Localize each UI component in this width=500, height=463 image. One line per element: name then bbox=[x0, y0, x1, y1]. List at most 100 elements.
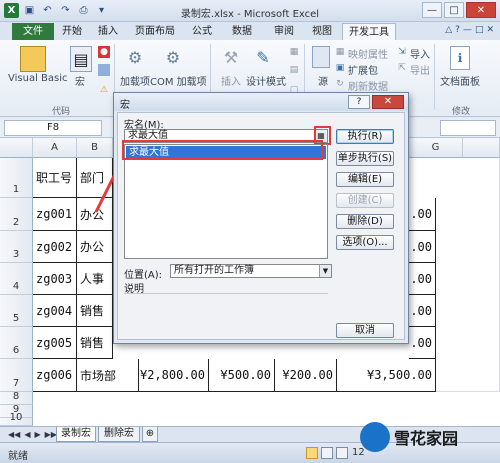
view-code-icon[interactable]: ▤ bbox=[288, 64, 300, 76]
cell-c7[interactable]: ¥2,800.00 bbox=[139, 359, 209, 392]
row-header[interactable]: 5 bbox=[0, 295, 33, 327]
cell-a2[interactable]: zg001 bbox=[33, 198, 77, 231]
refresh-data-icon[interactable]: ↻ bbox=[334, 78, 346, 90]
new-sheet-icon[interactable]: ⊕ bbox=[142, 427, 158, 442]
record-macro-icon[interactable]: ● bbox=[98, 46, 110, 58]
ribbon-restore-icon[interactable]: □ bbox=[475, 25, 484, 35]
expansion-packs-icon[interactable]: ▣ bbox=[334, 62, 346, 74]
addins-button[interactable]: 加载项 bbox=[120, 73, 150, 88]
cell-g-empty[interactable] bbox=[436, 158, 500, 392]
xml-source-icon[interactable] bbox=[312, 46, 330, 68]
cell-d7[interactable]: ¥500.00 bbox=[209, 359, 275, 392]
macro-list[interactable]: 求最大值 bbox=[124, 144, 328, 259]
document-panel-button[interactable]: 文档面板 bbox=[440, 73, 480, 88]
xml-source-button[interactable]: 源 bbox=[318, 73, 328, 88]
name-box[interactable]: F8 bbox=[4, 120, 102, 136]
normal-view-icon[interactable] bbox=[306, 447, 318, 459]
com-addins-gear-icon[interactable]: ⚙ bbox=[162, 46, 184, 68]
macro-security-icon[interactable]: ⚠ bbox=[98, 84, 110, 96]
tab-formulas[interactable]: 公式 bbox=[186, 23, 218, 40]
page-break-view-icon[interactable] bbox=[336, 447, 348, 459]
properties-icon[interactable]: ▦ bbox=[288, 46, 300, 58]
row-header[interactable]: 6 bbox=[0, 327, 33, 359]
tab-file[interactable]: 文件 bbox=[12, 23, 54, 40]
cell-b3[interactable]: 办公 bbox=[77, 231, 113, 263]
expansion-packs-button[interactable]: 扩展包 bbox=[348, 62, 378, 77]
select-all-corner[interactable] bbox=[0, 138, 33, 158]
cell-e7[interactable]: ¥200.00 bbox=[275, 359, 337, 392]
maximize-button[interactable]: □ bbox=[444, 2, 464, 18]
map-properties-button[interactable]: 映射属性 bbox=[348, 46, 388, 61]
visual-basic-button[interactable]: Visual Basic bbox=[8, 73, 68, 84]
next-sheet-icon[interactable]: ▶ bbox=[34, 430, 40, 439]
tab-home[interactable]: 开始 bbox=[56, 23, 88, 40]
macros-icon[interactable]: ▤ bbox=[70, 46, 92, 72]
tab-page-layout[interactable]: 页面布局 bbox=[130, 23, 180, 40]
location-select[interactable]: 所有打开的工作簿 ▼ bbox=[170, 264, 332, 278]
column-header-h[interactable] bbox=[463, 138, 500, 158]
create-button[interactable]: 创建(C) bbox=[336, 193, 394, 208]
row-header[interactable]: 3 bbox=[0, 231, 33, 263]
cell-f6[interactable]: .00 bbox=[409, 327, 436, 359]
dialog-close-button[interactable]: ✕ bbox=[372, 95, 404, 109]
ribbon-close-icon[interactable]: ✕ bbox=[486, 25, 494, 35]
close-button[interactable]: ✕ bbox=[466, 2, 496, 18]
cell-f7[interactable]: ¥3,500.00 bbox=[337, 359, 436, 392]
cell-a1[interactable]: 职工号 bbox=[33, 158, 77, 198]
cell-f3[interactable]: .00 bbox=[409, 231, 436, 263]
row-header[interactable]: 1 bbox=[0, 158, 33, 198]
export-button[interactable]: 导出 bbox=[410, 62, 430, 77]
minimize-button[interactable]: — bbox=[422, 2, 442, 18]
column-header-g[interactable]: G bbox=[409, 138, 463, 158]
row-header[interactable]: 7 bbox=[0, 359, 33, 392]
run-button[interactable]: 执行(R) bbox=[336, 129, 394, 144]
cell-a3[interactable]: zg002 bbox=[33, 231, 77, 263]
document-panel-icon[interactable]: ℹ bbox=[450, 46, 470, 70]
tab-review[interactable]: 审阅 bbox=[268, 23, 300, 40]
cell-a4[interactable]: zg003 bbox=[33, 263, 77, 295]
cell-a6[interactable]: zg005 bbox=[33, 327, 77, 359]
cell-b5[interactable]: 销售 bbox=[77, 295, 113, 327]
edit-button[interactable]: 编辑(E) bbox=[336, 172, 394, 187]
tab-developer[interactable]: 开发工具 bbox=[342, 23, 396, 40]
delete-button[interactable]: 删除(D) bbox=[336, 214, 394, 229]
insert-control-button[interactable]: 插入 bbox=[221, 73, 241, 88]
help-icon[interactable]: ? bbox=[455, 25, 460, 35]
options-button[interactable]: 选项(O)... bbox=[336, 235, 394, 250]
com-addins-button[interactable]: COM 加载项 bbox=[150, 73, 207, 88]
addins-gear-icon[interactable]: ⚙ bbox=[124, 46, 146, 68]
cell-f4[interactable]: .00 bbox=[409, 263, 436, 295]
row-header[interactable]: 10 bbox=[0, 412, 33, 426]
visual-basic-icon[interactable] bbox=[20, 46, 46, 72]
column-header-a[interactable]: A bbox=[33, 138, 77, 158]
first-sheet-icon[interactable]: ◀◀ bbox=[8, 430, 20, 439]
tab-insert[interactable]: 插入 bbox=[92, 23, 124, 40]
tab-view[interactable]: 视图 bbox=[306, 23, 338, 40]
map-properties-icon[interactable]: ▦ bbox=[334, 46, 346, 58]
design-mode-icon[interactable]: ✎ bbox=[252, 46, 274, 68]
cell-a7[interactable]: zg006 bbox=[33, 359, 77, 392]
cell-a5[interactable]: zg004 bbox=[33, 295, 77, 327]
dialog-help-button[interactable]: ? bbox=[348, 95, 370, 109]
row-header[interactable]: 2 bbox=[0, 198, 33, 231]
refresh-data-button[interactable]: 刷新数据 bbox=[348, 78, 388, 93]
minimize-ribbon-icon[interactable]: △ bbox=[445, 25, 452, 35]
formula-input[interactable] bbox=[440, 120, 496, 136]
import-button[interactable]: 导入 bbox=[410, 46, 430, 61]
sheet-tab-delete-macro[interactable]: 删除宏 bbox=[98, 427, 140, 442]
cell-f5[interactable]: .00 bbox=[409, 295, 436, 327]
cell-b6[interactable]: 销售 bbox=[77, 327, 113, 359]
tab-data[interactable]: 数据 bbox=[226, 23, 258, 40]
insert-control-icon[interactable]: ⚒ bbox=[220, 46, 242, 68]
ribbon-minimize-icon[interactable]: — bbox=[463, 25, 472, 35]
relative-reference-icon[interactable] bbox=[98, 64, 110, 76]
row-header[interactable]: 4 bbox=[0, 263, 33, 295]
design-mode-button[interactable]: 设计模式 bbox=[246, 73, 286, 88]
page-layout-view-icon[interactable] bbox=[321, 447, 333, 459]
cell-b7[interactable]: 市场部 bbox=[77, 359, 139, 392]
sheet-tab-record-macro[interactable]: 录制宏 bbox=[56, 427, 96, 442]
macros-button[interactable]: 宏 bbox=[75, 73, 85, 88]
cell-b4[interactable]: 人事 bbox=[77, 263, 113, 295]
import-icon[interactable]: ⇲ bbox=[396, 46, 408, 58]
export-icon[interactable]: ⇱ bbox=[396, 62, 408, 74]
